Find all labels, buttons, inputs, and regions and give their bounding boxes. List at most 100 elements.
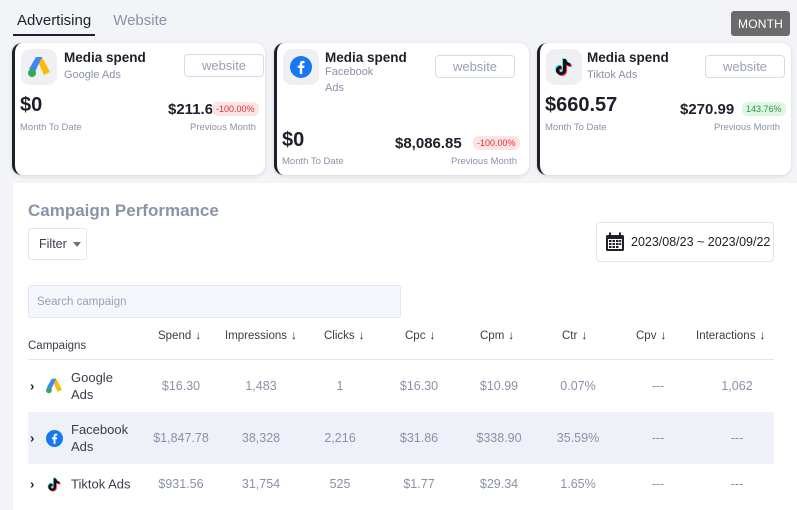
previous-value: $270.99 [680, 101, 735, 118]
cell-clicks: 1 [336, 379, 344, 393]
cell-spend: $1,847.78 [153, 431, 209, 445]
sort-arrow-icon: ↓ [429, 328, 436, 342]
cell-cpm: $10.99 [479, 379, 519, 393]
previous-label: Previous Month [451, 156, 518, 167]
cell-cpv: --- [651, 431, 665, 445]
column-campaigns: Campaigns [28, 340, 87, 352]
caret-down-icon [72, 241, 81, 247]
previous-label: Previous Month [714, 122, 781, 133]
card-title: Media spend [587, 50, 669, 65]
current-value: $0 [20, 94, 43, 116]
cell-interactions: 1,062 [721, 379, 753, 393]
previous-value: $211.6 [168, 101, 214, 118]
expand-chevron-icon[interactable]: › [30, 379, 34, 394]
campaign-performance-panel: Campaign Performance Filter 2023/08/23 ~… [13, 183, 797, 510]
column-ctr[interactable]: Ctr ↓ [562, 328, 587, 342]
column-cpm[interactable]: Cpm ↓ [480, 328, 514, 342]
change-badge: -100.00% [473, 136, 520, 150]
cell-cpc: $16.30 [399, 379, 439, 393]
tab-website[interactable]: Website [109, 0, 171, 36]
month-button[interactable]: MONTH [731, 11, 790, 36]
campaign-performance-title: Campaign Performance [28, 201, 219, 220]
tiktok-icon [45, 475, 63, 493]
date-range-picker[interactable]: 2023/08/23 ~ 2023/09/22 [596, 222, 774, 262]
card-platform: Tiktok Ads [587, 69, 638, 81]
previous-label: Previous Month [190, 122, 257, 133]
date-range-text: 2023/08/23 ~ 2023/09/22 [631, 235, 771, 249]
google-ads-card: Media spend Google Ads website $0 Month … [12, 43, 265, 175]
previous-value: $8,086.85 [395, 135, 462, 152]
sort-arrow-icon: ↓ [660, 328, 667, 342]
cell-ctr: 35.59% [556, 431, 600, 445]
cell-cpc: $31.86 [399, 431, 439, 445]
column-clicks[interactable]: Clicks ↓ [324, 328, 365, 342]
campaign-name: Facebook Ads [71, 422, 129, 454]
column-cpv[interactable]: Cpv ↓ [636, 328, 666, 342]
top-tabs: Advertising Website [13, 0, 185, 36]
tiktok-ads-card: Media spend Tiktok Ads website $660.57 M… [537, 43, 791, 175]
card-title: Media spend [64, 50, 146, 65]
cell-cpm: $338.90 [476, 431, 522, 445]
website-button[interactable]: website [435, 55, 515, 78]
sort-arrow-icon: ↓ [195, 328, 202, 342]
cell-clicks: 525 [329, 477, 351, 491]
table-header: Campaigns Spend ↓ Impressions ↓ Clicks ↓ Cp… [28, 323, 774, 360]
filter-label: Filter [39, 237, 67, 251]
card-platform: Google Ads [64, 69, 121, 81]
cell-interactions: --- [730, 431, 744, 445]
sort-arrow-icon: ↓ [358, 328, 365, 342]
sort-arrow-icon: ↓ [291, 328, 297, 342]
cell-impressions: 1,483 [245, 379, 277, 393]
tab-advertising[interactable]: Advertising [13, 0, 96, 36]
cell-cpv: --- [651, 379, 665, 393]
facebook-ads-card: Media spend Facebook Ads website $0 Mont… [274, 43, 529, 175]
cell-spend: $931.56 [158, 477, 204, 491]
google-ads-icon [45, 377, 63, 395]
cell-ctr: 1.65% [560, 477, 596, 491]
facebook-icon [45, 429, 63, 447]
google-ads-icon [28, 57, 50, 77]
table-row[interactable]: › Facebook Ads $1,847.78 38,328 2,216 $31… [28, 412, 774, 464]
card-title: Media spend [325, 50, 407, 65]
tiktok-logo [546, 49, 582, 85]
cell-cpv: --- [651, 477, 665, 491]
google-ads-logo [21, 49, 57, 85]
campaign-name: Google Ads [71, 370, 113, 402]
cell-impressions: 38,328 [241, 431, 281, 445]
calendar-icon [606, 232, 624, 251]
filter-dropdown[interactable]: Filter [28, 228, 87, 260]
expand-chevron-icon[interactable]: › [30, 431, 34, 446]
search-campaign-input[interactable] [28, 285, 401, 318]
cell-cpc: $1.77 [403, 477, 435, 491]
facebook-logo [283, 49, 319, 85]
current-label: Month To Date [282, 156, 344, 167]
cell-impressions: 31,754 [241, 477, 281, 491]
column-impressions[interactable]: Impressions ↓ [225, 328, 297, 342]
cell-ctr: 0.07% [560, 379, 596, 393]
cell-spend: $16.30 [161, 379, 201, 393]
change-badge: 143.76% [742, 102, 786, 116]
cell-cpm: $29.34 [479, 477, 519, 491]
table-row[interactable]: › Google Ads $16.30 1,483 1 $16.30 $10.99… [28, 360, 774, 412]
cell-interactions: --- [730, 477, 744, 491]
facebook-icon [290, 56, 312, 78]
current-value: $0 [282, 129, 305, 151]
column-cpc[interactable]: Cpc ↓ [405, 328, 435, 342]
cell-clicks: 2,216 [324, 431, 356, 445]
current-value: $660.57 [545, 94, 618, 116]
current-label: Month To Date [20, 122, 82, 133]
current-label: Month To Date [545, 122, 607, 133]
campaign-name: Tiktok Ads [71, 476, 131, 492]
card-platform: Facebook Ads [325, 66, 374, 94]
expand-chevron-icon[interactable]: › [30, 477, 34, 492]
change-badge: -100.00% [212, 102, 259, 116]
column-spend[interactable]: Spend ↓ [158, 328, 201, 342]
website-button[interactable]: website [184, 54, 264, 77]
sort-arrow-icon: ↓ [759, 328, 766, 342]
table-row[interactable]: › Tiktok Ads $931.56 31,754 525 $1.77 $2… [28, 464, 774, 504]
column-interactions[interactable]: Interactions ↓ [696, 328, 765, 342]
sort-arrow-icon: ↓ [581, 328, 588, 342]
sort-arrow-icon: ↓ [508, 328, 515, 342]
website-button[interactable]: website [705, 55, 785, 78]
tiktok-icon [555, 58, 572, 76]
